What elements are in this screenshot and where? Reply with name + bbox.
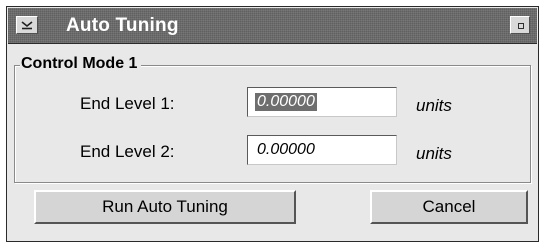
end-level-1-value: 0.00000: [255, 93, 317, 111]
end-level-1-input[interactable]: 0.00000: [247, 87, 397, 117]
cancel-button[interactable]: Cancel: [370, 190, 528, 224]
end-level-1-label: End Level 1:: [80, 94, 175, 113]
window-menu-button[interactable]: [16, 16, 38, 34]
group-title: Control Mode 1: [20, 55, 142, 73]
end-level-1-units: units: [416, 96, 452, 115]
chevron-down-icon: [21, 21, 33, 30]
title-bar[interactable]: Auto Tuning: [8, 8, 537, 44]
minimize-icon: [518, 23, 524, 29]
end-level-2-value: 0.00000: [257, 141, 315, 158]
run-auto-tuning-button[interactable]: Run Auto Tuning: [34, 190, 296, 224]
window-title: Auto Tuning: [66, 15, 179, 36]
end-level-2-units: units: [416, 144, 452, 163]
minimize-button[interactable]: [510, 16, 530, 34]
control-mode-group: [14, 65, 531, 183]
end-level-2-input[interactable]: 0.00000: [247, 135, 397, 165]
end-level-2-label: End Level 2:: [80, 142, 175, 161]
